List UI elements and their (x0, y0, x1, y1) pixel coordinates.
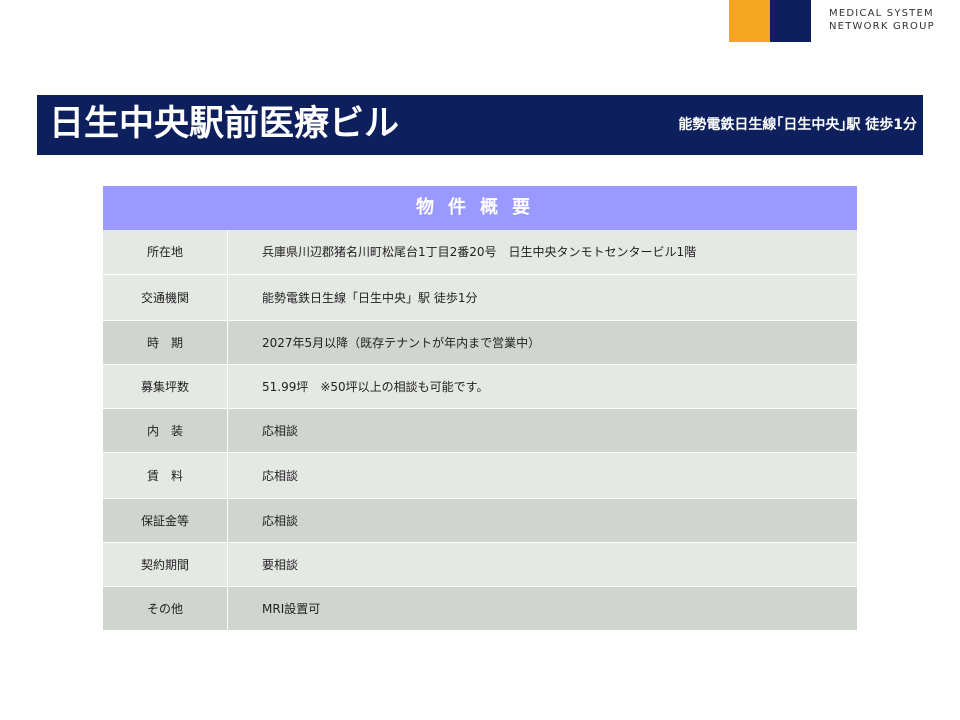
logo-text: MEDICAL SYSTEM NETWORK GROUP (829, 7, 959, 33)
table-row: 所在地 兵庫県川辺郡猪名川町松尾台1丁目2番20号 日生中央タンモトセンタービル… (103, 230, 857, 275)
row-label: 内 装 (103, 408, 228, 453)
row-label: 交通機関 (103, 274, 228, 321)
row-value: MRI設置可 (227, 586, 857, 631)
row-value: 応相談 (227, 408, 857, 453)
row-value: 要相談 (227, 542, 857, 587)
logo-orange-square (729, 0, 770, 42)
logo-line-1: MEDICAL SYSTEM (829, 8, 934, 19)
table-row: 募集坪数 51.99坪 ※50坪以上の相談も可能です。 (103, 364, 857, 409)
logo-line-2: NETWORK GROUP (829, 21, 935, 32)
table-row: 交通機関 能勢電鉄日生線「日生中央」駅 徒歩1分 (103, 274, 857, 321)
table-row: その他 MRI設置可 (103, 586, 857, 631)
row-label: 保証金等 (103, 498, 228, 543)
table-row: 保証金等 応相談 (103, 498, 857, 543)
summary-heading: 物件概要 (103, 186, 857, 230)
row-label: その他 (103, 586, 228, 631)
table-row: 賃 料 応相談 (103, 452, 857, 499)
row-label: 賃 料 (103, 452, 228, 499)
row-value: 応相談 (227, 498, 857, 543)
row-label: 時 期 (103, 320, 228, 365)
table-row: 時 期 2027年5月以降（既存テナントが年内まで営業中） (103, 320, 857, 365)
property-summary-table: 物件概要 所在地 兵庫県川辺郡猪名川町松尾台1丁目2番20号 日生中央タンモトセ… (103, 186, 857, 631)
row-label: 募集坪数 (103, 364, 228, 409)
title-banner: 日生中央駅前医療ビル 能勢電鉄日生線｢日生中央｣駅 徒歩1分 (37, 95, 923, 155)
row-value: 2027年5月以降（既存テナントが年内まで営業中） (227, 320, 857, 365)
row-label: 契約期間 (103, 542, 228, 587)
access-info: 能勢電鉄日生線｢日生中央｣駅 徒歩1分 (678, 117, 917, 133)
row-value: 51.99坪 ※50坪以上の相談も可能です。 (227, 364, 857, 409)
table-row: 内 装 応相談 (103, 408, 857, 453)
row-value: 能勢電鉄日生線「日生中央」駅 徒歩1分 (227, 274, 857, 321)
page-title: 日生中央駅前医療ビル (49, 104, 400, 144)
table-row: 契約期間 要相談 (103, 542, 857, 587)
summary-rows: 所在地 兵庫県川辺郡猪名川町松尾台1丁目2番20号 日生中央タンモトセンタービル… (103, 230, 857, 631)
logo-navy-square (770, 0, 811, 42)
row-value: 兵庫県川辺郡猪名川町松尾台1丁目2番20号 日生中央タンモトセンタービル1階 (227, 230, 857, 275)
row-value: 応相談 (227, 452, 857, 499)
row-label: 所在地 (103, 230, 228, 275)
